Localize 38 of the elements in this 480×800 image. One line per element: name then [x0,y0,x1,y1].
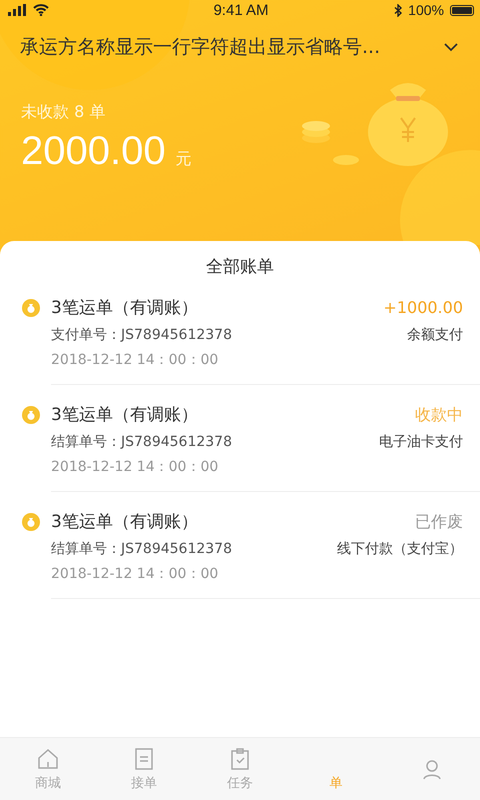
tab-item[interactable]: 任务 [192,738,288,800]
money-bag-icon [22,513,40,531]
chevron-down-icon[interactable] [444,42,458,52]
wifi-icon [33,4,49,16]
bill-item[interactable]: 3笔运单（有调账） +1000.00 支付单号：JS78945612378 余额支付 2018-12-12 14：00：00 [0,288,480,385]
bluetooth-icon [394,4,402,16]
tab-item[interactable]: 商城 [0,738,96,800]
signal-icon [8,4,28,16]
bill-title: 3笔运单（有调账） [51,404,198,426]
money-bag-icon [22,406,40,424]
bill-number: 结算单号：JS78945612378 [51,433,232,451]
bill-status: 已作废 [415,512,463,533]
payment-method: 余额支付 [407,326,463,344]
payment-method: 线下付款（支付宝） [337,540,463,558]
home-icon [36,746,60,770]
unpaid-count: 未收款 8 单 [21,102,106,123]
bill-time: 2018-12-12 14：00：00 [51,458,220,476]
bill-status: 收款中 [415,405,463,426]
carrier-name: 承运方名称显示一行字符超出显示省略号... [20,35,380,60]
tab-item[interactable]: 接单 [96,738,192,800]
total-amount: 2000.00 [21,129,166,174]
battery-icon [450,4,474,16]
battery-percent: 100% [408,2,444,18]
bill-title: 3笔运单（有调账） [51,511,198,533]
status-time: 9:41 AM [213,2,269,18]
section-title: 全部账单 [205,256,275,279]
bill-number: 支付单号：JS78945612378 [51,326,232,344]
money-bag-icon [22,299,40,317]
bill-time: 2018-12-12 14：00：00 [51,565,220,583]
payment-method: 电子油卡支付 [379,433,463,451]
bill-item[interactable]: 3笔运单（有调账） 收款中 结算单号：JS78945612378 电子油卡支付 2018-12-12 14：00：00 [0,385,480,492]
currency-unit: 元 [176,149,192,170]
bill-status: +1000.00 [383,298,463,317]
bill-time: 2018-12-12 14：00：00 [51,351,220,369]
tab-item[interactable]: 单 [288,738,384,800]
bill-item[interactable]: 3笔运单（有调账） 已作废 结算单号：JS78945612378 线下付款（支付宝） 2018-12-12 14：00：00 [0,492,480,599]
bill-number: 结算单号：JS78945612378 [51,540,232,558]
bill-title: 3笔运单（有调账） [51,297,198,319]
